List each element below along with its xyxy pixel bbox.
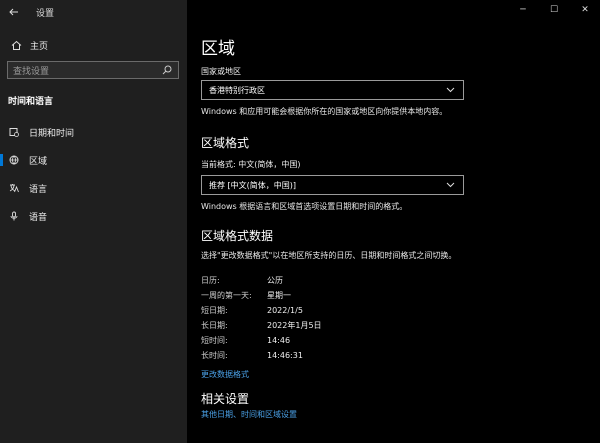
row-key: 短日期: <box>201 305 228 315</box>
home-icon <box>8 40 24 51</box>
sidebar-item-date-time[interactable]: 日期和时间 <box>0 122 187 142</box>
row-key: 长时间: <box>201 350 228 360</box>
microphone-icon <box>8 211 20 221</box>
format-description: Windows 根据语言和区域首选项设置日期和时间的格式。 <box>201 202 408 211</box>
calendar-clock-icon <box>8 127 20 137</box>
change-data-format-link[interactable]: 更改数据格式 <box>201 369 249 380</box>
related-settings-heading: 相关设置 <box>201 392 250 406</box>
page-title: 区域 <box>201 39 235 59</box>
row-value: 星期一 <box>267 290 291 300</box>
sidebar-item-label: 日期和时间 <box>29 128 75 139</box>
main-content: 区域 国家或地区 香港特别行政区 Windows 和应用可能会根据你所在的国家或… <box>201 0 600 443</box>
row-key: 一周的第一天: <box>201 290 252 300</box>
row-value: 14:46:31 <box>267 350 303 360</box>
search-placeholder: 查找设置 <box>13 66 50 77</box>
format-data-description: 选择"更改数据格式"以在地区所支持的日历、日期和时间格式之间切换。 <box>201 251 457 260</box>
search-input[interactable]: 查找设置 <box>7 61 179 79</box>
sidebar-item-label: 语言 <box>29 184 48 195</box>
format-data-row: 长时间: 14:46:31 <box>201 348 501 362</box>
format-data-row: 短日期: 2022/1/5 <box>201 303 501 317</box>
app-title: 设置 <box>36 9 55 19</box>
country-label: 国家或地区 <box>201 67 241 76</box>
format-data-heading: 区域格式数据 <box>201 229 274 243</box>
title-bar: 设置 <box>0 0 187 24</box>
row-value: 公历 <box>267 275 283 285</box>
format-dropdown[interactable]: 推荐 [中文(简体，中国)] <box>201 175 464 195</box>
sidebar-item-region[interactable]: 区域 <box>0 150 187 170</box>
globe-icon <box>8 155 20 165</box>
format-heading: 区域格式 <box>201 136 250 150</box>
current-format-label: 当前格式: 中文(简体，中国) <box>201 160 301 169</box>
sidebar-item-language[interactable]: 语言 <box>0 178 187 198</box>
language-icon <box>8 183 20 193</box>
row-value: 14:46 <box>267 335 291 345</box>
row-key: 日历: <box>201 275 220 285</box>
sidebar-item-label: 区域 <box>29 156 48 167</box>
sidebar-item-label: 语音 <box>29 212 48 223</box>
row-key: 短时间: <box>201 335 228 345</box>
country-dropdown[interactable]: 香港特别行政区 <box>201 80 464 100</box>
format-data-row: 短时间: 14:46 <box>201 333 501 347</box>
sidebar-item-speech[interactable]: 语音 <box>0 206 187 226</box>
chevron-down-icon <box>443 182 457 188</box>
row-value: 2022/1/5 <box>267 305 303 315</box>
sidebar-item-label: 主页 <box>30 41 49 52</box>
chevron-down-icon <box>443 87 457 93</box>
row-key: 长日期: <box>201 320 228 330</box>
search-icon[interactable] <box>160 63 174 77</box>
row-value: 2022年1月5日 <box>267 320 322 330</box>
sidebar-section-title: 时间和语言 <box>8 97 54 107</box>
format-data-row: 一周的第一天: 星期一 <box>201 288 501 302</box>
sidebar-item-home[interactable]: 主页 <box>0 35 187 55</box>
format-data-row: 日历: 公历 <box>201 273 501 287</box>
additional-settings-link[interactable]: 其他日期、时间和区域设置 <box>201 409 297 420</box>
country-value: 香港特别行政区 <box>209 85 265 95</box>
sidebar: 设置 主页 查找设置 时间和语言 日期和时间 区域 语言 语音 <box>0 0 187 443</box>
country-description: Windows 和应用可能会根据你所在的国家或地区向你提供本地内容。 <box>201 107 448 116</box>
back-arrow-icon[interactable] <box>6 4 22 20</box>
format-data-row: 长日期: 2022年1月5日 <box>201 318 501 332</box>
format-value: 推荐 [中文(简体，中国)] <box>209 180 297 190</box>
